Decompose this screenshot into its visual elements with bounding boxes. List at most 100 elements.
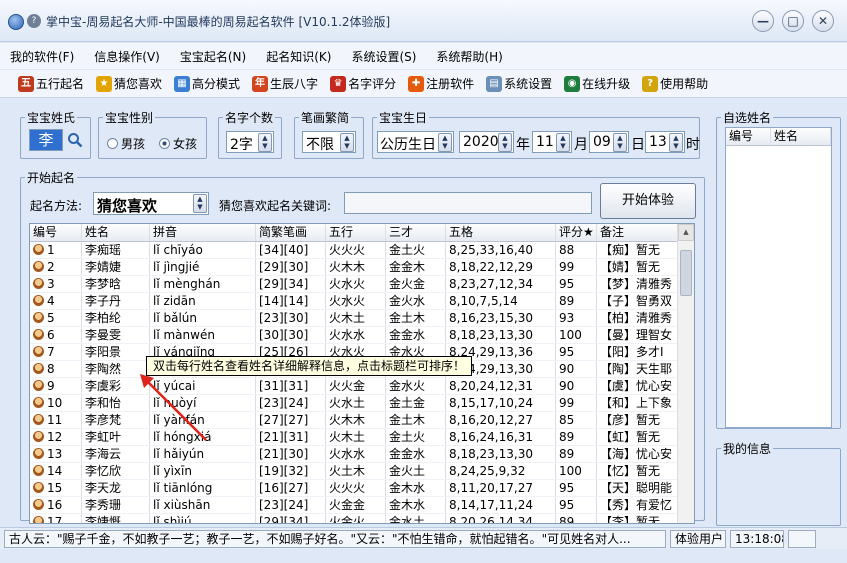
- col-header-pinyin[interactable]: 拼音: [150, 224, 256, 241]
- cell-elements: 火水水: [326, 327, 386, 343]
- table-row[interactable]: 9 李虞彩 lǐ yúcai [31][31] 火火金 金水火 8,20,24,12,31 9…: [30, 378, 694, 395]
- baby-avatar-icon: [33, 397, 44, 408]
- stepper-icon[interactable]: ▲ ▼: [498, 133, 512, 152]
- row-number: 6: [47, 328, 55, 342]
- menu-baby-naming[interactable]: 宝宝起名(N): [180, 48, 246, 65]
- col-header-score[interactable]: 评分★: [556, 224, 597, 241]
- help-menu-icon[interactable]: ?: [27, 14, 41, 28]
- table-row[interactable]: 16 李秀珊 lǐ xiùshān [23][24] 火金金 金木水 8,14,17,11,…: [30, 497, 694, 514]
- table-row[interactable]: 4 李子丹 lǐ zidān [14][14] 火水火 金火水 8,10,7,5,14 89 【…: [30, 293, 694, 310]
- cell-name: 李海云: [82, 446, 150, 462]
- table-row[interactable]: 2 李婧婕 lǐ jìngjié [29][30] 火木木 金金木 8,18,22,12,2…: [30, 259, 694, 276]
- table-row[interactable]: 6 李曼雯 lǐ mànwén [30][30] 火水水 金金水 8,18,23,13,30…: [30, 327, 694, 344]
- col-header-no[interactable]: 编号: [30, 224, 82, 241]
- keyword-label: 猜您喜欢起名关键词:: [219, 199, 332, 213]
- stepper-icon[interactable]: ▲ ▼: [556, 133, 570, 152]
- cell-notes: 【柏】清雅秀: [597, 310, 678, 326]
- tool-name-score[interactable]: ♛ 名字评分: [330, 75, 396, 92]
- cell-five-grids: 8,18,22,12,29: [446, 259, 556, 275]
- day-select[interactable]: 09 ▲ ▼: [589, 131, 629, 153]
- cell-pinyin: lǐ bǎlún: [150, 310, 256, 326]
- favorites-list[interactable]: 编号 姓名: [725, 127, 832, 428]
- tool-help[interactable]: ? 使用帮助: [642, 75, 708, 92]
- hour-select[interactable]: 13 ▲ ▼: [645, 131, 685, 153]
- stepper-icon[interactable]: ▲ ▼: [613, 133, 627, 152]
- table-row[interactable]: 11 李彦梵 lǐ yànfán [27][27] 火木木 金土木 8,16,20,12,2…: [30, 412, 694, 429]
- table-row[interactable]: 3 李梦晗 lǐ mènghán [29][34] 火水火 金火金 8,23,27,12,3…: [30, 276, 694, 293]
- search-icon[interactable]: [67, 132, 83, 148]
- stroke-select[interactable]: 不限 ▲ ▼: [302, 131, 356, 153]
- year-select[interactable]: 2020 ▲ ▼: [459, 131, 514, 153]
- stepper-icon[interactable]: ▲ ▼: [258, 133, 272, 152]
- window-title: 掌中宝-周易起名大师-中国最棒的周易起名软件 [V10.1.2体验版]: [46, 15, 391, 29]
- calendar-type-select[interactable]: 公历生日 ▲ ▼: [377, 131, 454, 153]
- scroll-up-icon[interactable]: ▲: [678, 224, 694, 241]
- stepper-icon[interactable]: ▲ ▼: [193, 194, 207, 213]
- table-row[interactable]: 17 李婕慨 lǐ shìjú [29][34] 火金火 金水土 8,20,26,14,34…: [30, 514, 694, 523]
- table-row[interactable]: 5 李柏纶 lǐ bǎlún [23][30] 火木土 金土木 8,16,23,15,30 9…: [30, 310, 694, 327]
- surname-input[interactable]: 李: [29, 129, 63, 151]
- keyword-input[interactable]: [344, 192, 592, 214]
- male-radio[interactable]: 男孩: [107, 135, 145, 152]
- cell-strokes: [23][24]: [256, 395, 326, 411]
- cell-three-talents: 金火土: [386, 463, 446, 479]
- tool-high-score[interactable]: ▦ 高分模式: [174, 75, 240, 92]
- tool-register[interactable]: ✚ 注册软件: [408, 75, 474, 92]
- cell-score: 95: [556, 480, 597, 496]
- cell-no: 1: [30, 242, 82, 258]
- col-header-name[interactable]: 姓名: [82, 224, 150, 241]
- tool-update[interactable]: ◉ 在线升级: [564, 75, 630, 92]
- baby-avatar-icon: [33, 278, 44, 289]
- baby-avatar-icon: [33, 465, 44, 476]
- stepper-icon[interactable]: ▲ ▼: [438, 133, 452, 152]
- menu-info-ops[interactable]: 信息操作(V): [94, 48, 160, 65]
- gender-legend: 宝宝性别: [103, 109, 156, 126]
- female-radio[interactable]: 女孩: [159, 135, 197, 152]
- stepper-icon[interactable]: ▲ ▼: [669, 133, 683, 152]
- maximize-button[interactable]: □: [782, 10, 804, 32]
- table-row[interactable]: 14 李忆欣 lǐ yìxīn [19][32] 火土木 金火土 8,24,25,9,32 1…: [30, 463, 694, 480]
- month-select[interactable]: 11 ▲ ▼: [532, 131, 572, 153]
- table-row[interactable]: 15 李天龙 lǐ tiānlóng [16][27] 火火火 金木水 8,11,20,17…: [30, 480, 694, 497]
- close-button[interactable]: ✕: [812, 10, 834, 32]
- col-header-five-grids[interactable]: 五格: [446, 224, 556, 241]
- table-row[interactable]: 12 李虹叶 lǐ hóngxiá [21][31] 火木土 金土火 8,16,24,16,…: [30, 429, 694, 446]
- score-icon: ♛: [330, 75, 347, 92]
- menu-naming-knowledge[interactable]: 起名知识(K): [266, 48, 331, 65]
- table-scrollbar[interactable]: ▲: [677, 224, 694, 523]
- cell-no: 10: [30, 395, 82, 411]
- method-select[interactable]: 猜您喜欢 ▲ ▼: [93, 192, 209, 215]
- baby-avatar-icon: [33, 329, 44, 340]
- cell-name: 李梦晗: [82, 276, 150, 292]
- menu-system-settings[interactable]: 系统设置(S): [351, 48, 416, 65]
- menu-my-software[interactable]: 我的软件(F): [10, 48, 74, 65]
- baby-avatar-icon: [33, 295, 44, 306]
- stepper-icon[interactable]: ▲ ▼: [340, 133, 354, 152]
- favorites-col-no[interactable]: 编号: [726, 128, 771, 145]
- row-number: 9: [47, 379, 55, 393]
- table-row[interactable]: 1 李痴瑶 lǐ chīyáo [34][40] 火火火 金土火 8,25,33,16,40…: [30, 242, 694, 259]
- menu-system-help[interactable]: 系统帮助(H): [436, 48, 502, 65]
- tool-birth-chart[interactable]: 年 生辰八字: [252, 75, 318, 92]
- start-button[interactable]: 开始体验: [600, 183, 696, 219]
- scroll-thumb[interactable]: [680, 250, 692, 296]
- col-header-strokes[interactable]: 简繁笔画: [256, 224, 326, 241]
- minimize-button[interactable]: —: [752, 10, 774, 32]
- cell-strokes: [19][32]: [256, 463, 326, 479]
- start-naming-legend: 开始起名: [25, 169, 78, 186]
- col-header-notes[interactable]: 备注: [597, 224, 678, 241]
- table-row[interactable]: 13 李海云 lǐ hǎiyún [21][30] 火水水 金金水 8,18,23,13,3…: [30, 446, 694, 463]
- col-header-three-talents[interactable]: 三才: [386, 224, 446, 241]
- tool-five-elements[interactable]: 五 五行起名: [18, 75, 84, 92]
- cell-notes: 【虞】忧心安: [597, 378, 678, 394]
- cell-five-grids: 8,11,20,17,27: [446, 480, 556, 496]
- name-count-select[interactable]: 2字 ▲ ▼: [226, 131, 274, 153]
- tool-settings[interactable]: ▤ 系统设置: [486, 75, 552, 92]
- col-header-elements[interactable]: 五行: [326, 224, 386, 241]
- row-number: 15: [47, 481, 63, 495]
- tool-guess-like[interactable]: ★ 猜您喜欢: [96, 75, 162, 92]
- favorites-col-name[interactable]: 姓名: [771, 128, 831, 145]
- cell-score: 89: [556, 429, 597, 445]
- cell-no: 13: [30, 446, 82, 462]
- table-row[interactable]: 10 李和怡 lǐ huòyí [23][24] 火水土 金土金 8,15,17,10,24…: [30, 395, 694, 412]
